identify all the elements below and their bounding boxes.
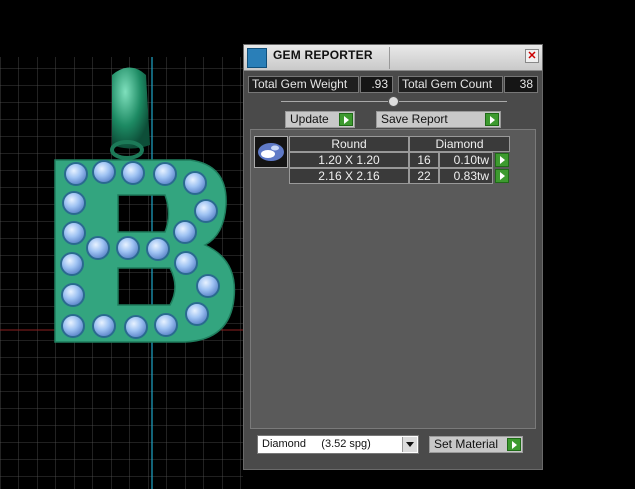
save-report-button[interactable]: Save Report — [376, 111, 501, 128]
set-material-button[interactable]: Set Material — [429, 436, 523, 453]
set-material-button-label: Set Material — [434, 437, 499, 451]
gem-reporter-panel: GEM REPORTER ✕ Total Gem Weight .93 Tota… — [243, 44, 543, 470]
material-selected-value: Diamond (3.52 spg) — [262, 438, 371, 450]
total-gem-count-value: 38 — [504, 76, 538, 93]
total-gem-weight-value: .93 — [360, 76, 393, 93]
update-button-label: Update — [290, 112, 329, 126]
close-button[interactable]: ✕ — [525, 49, 539, 63]
play-arrow-icon — [339, 113, 353, 126]
material-header: Diamond — [409, 136, 510, 152]
row-1-count: 16 — [409, 152, 439, 168]
divider-knob[interactable] — [388, 96, 399, 107]
panel-title: GEM REPORTER — [273, 48, 373, 62]
row-1-select-icon[interactable] — [495, 153, 509, 167]
row-2-weight: 0.83tw — [439, 168, 493, 184]
save-report-button-label: Save Report — [381, 112, 448, 126]
row-1-size: 1.20 X 1.20 — [289, 152, 409, 168]
total-gem-weight-label: Total Gem Weight — [248, 76, 359, 93]
round-gem-icon — [258, 143, 284, 161]
row-1-weight: 0.10tw — [439, 152, 493, 168]
gem-reporter-icon — [247, 48, 267, 68]
gem-list-area: Round Diamond 1.20 X 1.20 16 0.10tw 2.16… — [250, 129, 536, 429]
panel-titlebar[interactable]: GEM REPORTER ✕ — [244, 45, 542, 71]
gem-thumbnail[interactable] — [254, 136, 288, 168]
material-dropdown[interactable]: Diamond (3.52 spg) — [257, 435, 419, 454]
play-arrow-icon — [485, 113, 499, 126]
titlebar-divider — [389, 47, 390, 69]
total-gem-count-label: Total Gem Count — [398, 76, 503, 93]
row-2-size: 2.16 X 2.16 — [289, 168, 409, 184]
shape-header: Round — [289, 136, 409, 152]
update-button[interactable]: Update — [285, 111, 355, 128]
row-2-count: 22 — [409, 168, 439, 184]
chevron-down-icon[interactable] — [402, 437, 417, 452]
play-arrow-icon — [507, 438, 521, 451]
row-2-select-icon[interactable] — [495, 169, 509, 183]
